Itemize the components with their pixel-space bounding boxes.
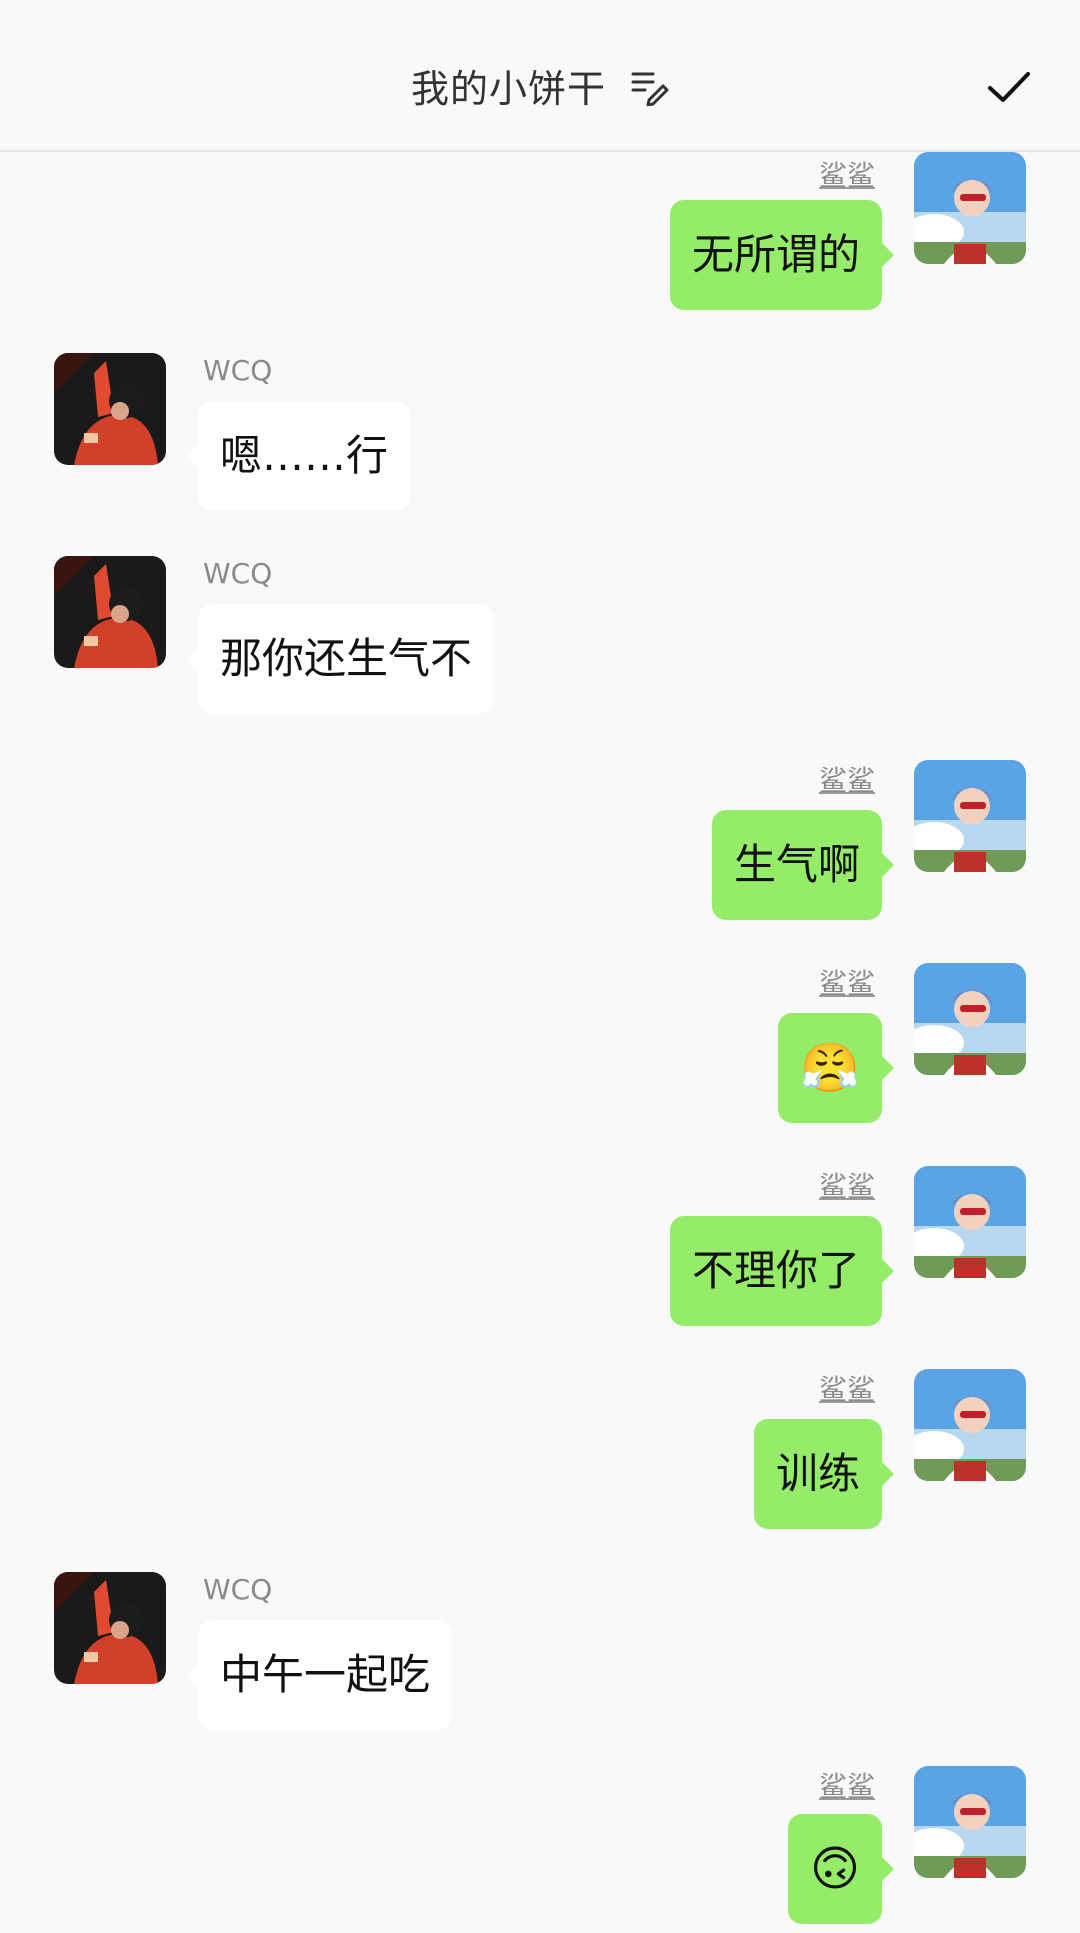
emoji-steam-face-icon: 😤 xyxy=(800,1040,860,1096)
avatar-other[interactable] xyxy=(54,1572,166,1684)
bubble-tail xyxy=(881,1055,894,1081)
message-bubble[interactable]: 嗯……行 xyxy=(186,401,411,511)
sender-name: 鲨鲨 xyxy=(818,764,875,797)
bubble-tail xyxy=(881,1258,894,1284)
sender-name: 鲨鲨 xyxy=(818,1770,875,1803)
avatar-self[interactable] xyxy=(914,1766,1026,1878)
message-text: 那你还生气不 xyxy=(220,634,473,683)
message-list: 鲨鲨 无所谓的 WCQ 嗯……行 WCQ 那你还生气不 鲨鲨 生气啊 鲨鲨 😤 … xyxy=(0,0,1080,1933)
message-text: 生气啊 xyxy=(733,840,860,889)
sender-name: 鲨鲨 xyxy=(818,967,875,1000)
avatar-other[interactable] xyxy=(54,556,166,668)
sender-name: WCQ xyxy=(203,1573,273,1606)
avatar-other-image xyxy=(54,556,166,668)
message-bubble[interactable]: 🙃 xyxy=(787,1814,894,1924)
bubble-tail xyxy=(186,646,199,672)
message-text: 不理你了 xyxy=(691,1246,860,1295)
avatar-other-image xyxy=(54,353,166,465)
avatar-self[interactable] xyxy=(914,152,1026,264)
sender-name: 鲨鲨 xyxy=(818,159,875,192)
message-bubble[interactable]: 那你还生气不 xyxy=(186,604,495,714)
bubble-tail xyxy=(881,242,894,268)
message-text: 训练 xyxy=(775,1449,860,1498)
chat-title[interactable]: 我的小饼干 xyxy=(411,67,606,111)
message-text: 中午一起吃 xyxy=(220,1650,431,1699)
avatar-self-image xyxy=(914,152,1026,264)
message-bubble[interactable]: 😤 xyxy=(778,1013,894,1123)
message-bubble[interactable]: 中午一起吃 xyxy=(186,1620,453,1730)
bubble-tail xyxy=(881,1856,894,1882)
avatar-self-image xyxy=(914,1369,1026,1481)
avatar-other[interactable] xyxy=(54,353,166,465)
sender-name: WCQ xyxy=(203,354,273,387)
chat-header: 我的小饼干 xyxy=(0,0,1080,152)
avatar-self-image xyxy=(914,1166,1026,1278)
message-bubble[interactable]: 生气啊 xyxy=(711,810,894,920)
avatar-self[interactable] xyxy=(914,963,1026,1075)
message-text: 嗯……行 xyxy=(220,431,389,480)
avatar-self[interactable] xyxy=(914,760,1026,872)
header-title-wrap[interactable]: 我的小饼干 xyxy=(0,58,1080,118)
avatar-self[interactable] xyxy=(914,1369,1026,1481)
bubble-tail xyxy=(881,852,894,878)
sender-name: 鲨鲨 xyxy=(818,1373,875,1406)
sender-name: 鲨鲨 xyxy=(818,1170,875,1203)
avatar-self[interactable] xyxy=(914,1166,1026,1278)
avatar-self-image xyxy=(914,1766,1026,1878)
message-bubble[interactable]: 训练 xyxy=(753,1419,894,1529)
emoji-upside-down-face-icon: 🙃 xyxy=(809,1841,860,1897)
check-icon[interactable] xyxy=(984,62,1034,112)
bubble-tail xyxy=(881,1461,894,1487)
avatar-self-image xyxy=(914,760,1026,872)
message-text: 无所谓的 xyxy=(691,230,860,279)
avatar-self-image xyxy=(914,963,1026,1075)
sender-name: WCQ xyxy=(203,557,273,590)
edit-note-icon[interactable] xyxy=(629,66,669,106)
bubble-tail xyxy=(186,1662,199,1688)
avatar-other-image xyxy=(54,1572,166,1684)
message-bubble[interactable]: 无所谓的 xyxy=(669,200,894,310)
bubble-tail xyxy=(186,443,199,469)
message-bubble[interactable]: 不理你了 xyxy=(669,1216,894,1326)
